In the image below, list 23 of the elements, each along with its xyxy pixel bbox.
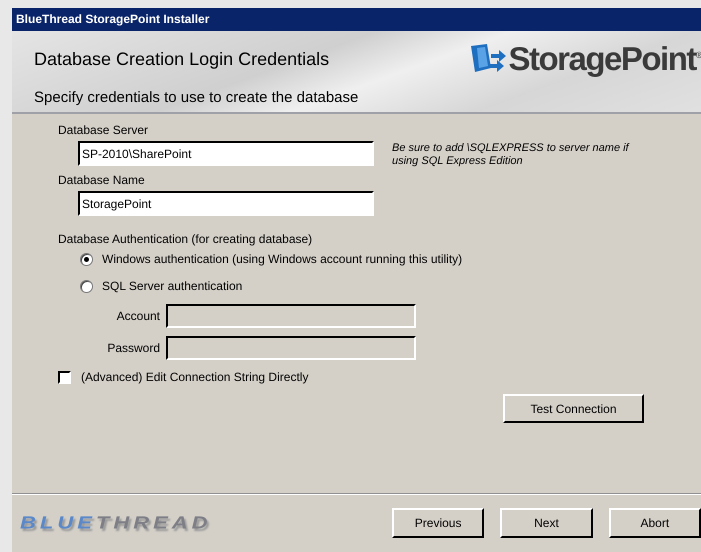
page-subtitle: Specify credentials to use to create the database bbox=[34, 89, 360, 106]
checkbox[interactable] bbox=[58, 370, 71, 384]
page-title: Database Creation Login Credentials bbox=[34, 48, 330, 70]
section-label: Database Authentication (for creating database) bbox=[58, 232, 312, 246]
wizard-button[interactable]: Next bbox=[500, 508, 593, 538]
radio-button[interactable] bbox=[80, 252, 93, 266]
folder-arrow-icon bbox=[468, 44, 506, 74]
test-connection-button[interactable]: Test Connection bbox=[503, 394, 644, 423]
field-label: Password bbox=[106, 341, 160, 355]
radio-button[interactable] bbox=[80, 280, 93, 292]
field-label: Database Name bbox=[58, 173, 145, 187]
brand-logo: BLUE THREAD bbox=[20, 512, 213, 534]
radio-label[interactable]: Windows authentication (using Windows account running this utility) bbox=[102, 252, 462, 266]
server-field[interactable]: SP-2010\SharePoint bbox=[78, 141, 374, 166]
database-field[interactable]: StoragePoint bbox=[78, 191, 374, 216]
window-title: BlueThread StoragePoint Installer bbox=[12, 8, 701, 31]
wizard-button[interactable]: Previous bbox=[392, 508, 484, 538]
field-label: Database Server bbox=[58, 123, 148, 137]
checkbox-label[interactable]: (Advanced) Edit Connection String Directly bbox=[81, 370, 308, 384]
hint-text: Be sure to add \SQLEXPRESS to server name if using SQL Express Edition bbox=[392, 142, 630, 168]
wizard-button[interactable]: Abort bbox=[608, 508, 701, 538]
field-label: Account bbox=[116, 309, 160, 323]
radio-label[interactable]: SQL Server authentication bbox=[102, 279, 242, 293]
